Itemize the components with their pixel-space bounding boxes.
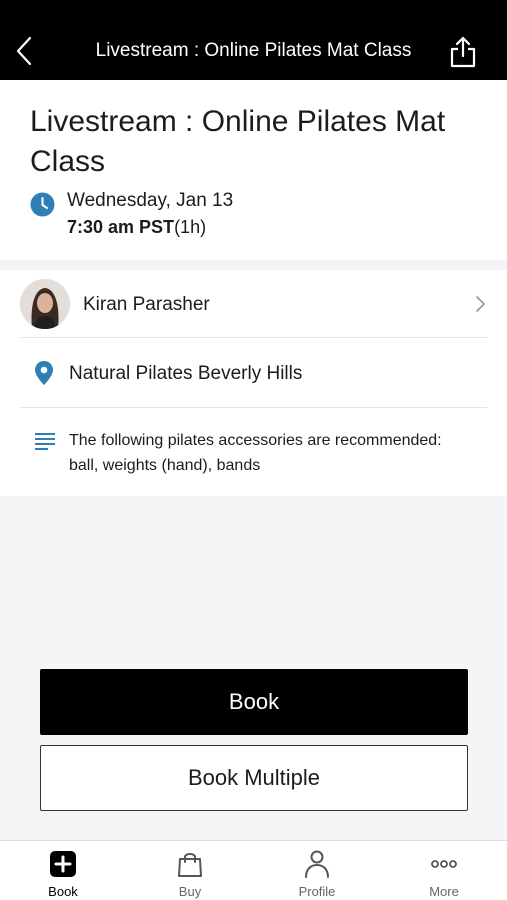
share-icon[interactable] xyxy=(449,36,477,68)
tab-profile[interactable]: Profile xyxy=(254,841,380,900)
class-duration: (1h) xyxy=(174,217,207,237)
instructor-name: Kiran Parasher xyxy=(83,294,210,315)
tab-buy[interactable]: Buy xyxy=(127,841,253,900)
class-header-card: Livestream : Online Pilates Mat Class We… xyxy=(0,80,507,260)
class-notes: The following pilates accessories are re… xyxy=(69,432,442,474)
plus-square-icon xyxy=(50,851,76,877)
class-details-card: Kiran Parasher Natural Pilates Beverly H… xyxy=(0,270,507,496)
tab-profile-label: Profile xyxy=(298,884,336,899)
tab-more-label: More xyxy=(429,884,459,899)
tab-book[interactable]: Book xyxy=(0,841,126,900)
instructor-avatar xyxy=(20,279,70,329)
book-multiple-button[interactable]: Book Multiple xyxy=(40,745,468,811)
shopping-bag-icon xyxy=(178,853,202,877)
location-row: Natural Pilates Beverly Hills xyxy=(20,338,487,408)
class-date: Wednesday, Jan 13 xyxy=(67,190,234,211)
more-dots-icon xyxy=(431,860,457,868)
class-time-line: 7:30 am PST(1h) xyxy=(67,217,206,238)
class-title: Livestream : Online Pilates Mat Class xyxy=(30,105,446,178)
notes-lines-icon xyxy=(35,433,55,450)
back-icon[interactable] xyxy=(12,34,36,68)
bottom-tab-bar: Book Buy Profile More xyxy=(0,840,507,900)
nav-title: Livestream : Online Pilates Mat Class xyxy=(95,40,412,61)
clock-icon xyxy=(30,192,55,217)
location-pin-icon xyxy=(35,361,53,385)
book-button[interactable]: Book xyxy=(40,669,468,735)
person-icon xyxy=(305,850,329,878)
notes-row: The following pilates accessories are re… xyxy=(20,408,487,496)
avatar-photo xyxy=(20,279,70,329)
top-nav-bar: Livestream : Online Pilates Mat Class xyxy=(0,0,507,80)
tab-book-label: Book xyxy=(48,884,78,899)
tab-buy-label: Buy xyxy=(178,884,202,899)
location-name: Natural Pilates Beverly Hills xyxy=(69,363,303,384)
tab-more[interactable]: More xyxy=(381,841,507,900)
chevron-right-icon xyxy=(476,296,485,312)
instructor-row[interactable]: Kiran Parasher xyxy=(20,270,487,338)
class-time: 7:30 am PST xyxy=(67,217,175,237)
